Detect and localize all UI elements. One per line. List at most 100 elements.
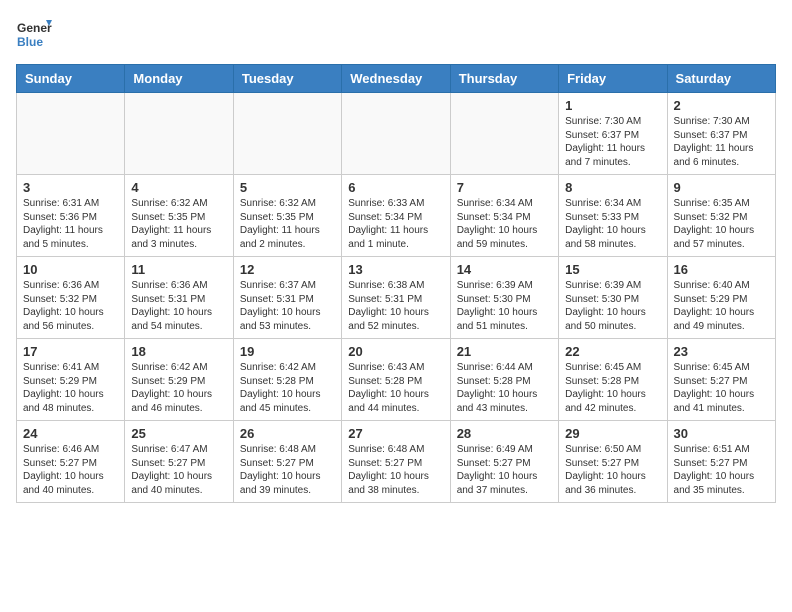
calendar-week-row: 10 Sunrise: 6:36 AM Sunset: 5:32 PM Dayli… (17, 257, 776, 339)
calendar-cell: 8 Sunrise: 6:34 AM Sunset: 5:33 PM Daylig… (559, 175, 667, 257)
calendar-cell: 29 Sunrise: 6:50 AM Sunset: 5:27 PM Dayli… (559, 421, 667, 503)
day-number: 26 (240, 426, 335, 441)
day-number: 11 (131, 262, 226, 277)
day-info: Sunrise: 6:40 AM Sunset: 5:29 PM Dayligh… (674, 279, 769, 333)
day-info: Sunrise: 6:47 AM Sunset: 5:27 PM Dayligh… (131, 443, 226, 497)
day-info: Sunrise: 6:37 AM Sunset: 5:31 PM Dayligh… (240, 279, 335, 333)
day-number: 3 (23, 180, 118, 195)
day-number: 6 (348, 180, 443, 195)
day-info: Sunrise: 6:32 AM Sunset: 5:35 PM Dayligh… (240, 197, 335, 251)
day-number: 7 (457, 180, 552, 195)
calendar-cell: 5 Sunrise: 6:32 AM Sunset: 5:35 PM Daylig… (233, 175, 341, 257)
calendar-cell (125, 93, 233, 175)
calendar-week-row: 17 Sunrise: 6:41 AM Sunset: 5:29 PM Dayli… (17, 339, 776, 421)
calendar-cell: 19 Sunrise: 6:42 AM Sunset: 5:28 PM Dayli… (233, 339, 341, 421)
day-number: 19 (240, 344, 335, 359)
day-number: 5 (240, 180, 335, 195)
calendar-week-row: 24Sunrise: 6:46 AM Sunset: 5:27 PM Dayli… (17, 421, 776, 503)
calendar-cell: 27 Sunrise: 6:48 AM Sunset: 5:27 PM Dayli… (342, 421, 450, 503)
day-info: Sunrise: 7:30 AM Sunset: 6:37 PM Dayligh… (565, 115, 660, 169)
calendar-cell: 21 Sunrise: 6:44 AM Sunset: 5:28 PM Dayli… (450, 339, 558, 421)
day-number: 18 (131, 344, 226, 359)
day-info: Sunrise: 6:50 AM Sunset: 5:27 PM Dayligh… (565, 443, 660, 497)
day-info: Sunrise: 6:49 AM Sunset: 5:27 PM Dayligh… (457, 443, 552, 497)
calendar-cell: 23Sunrise: 6:45 AM Sunset: 5:27 PM Dayli… (667, 339, 775, 421)
calendar-cell: 3 Sunrise: 6:31 AM Sunset: 5:36 PM Daylig… (17, 175, 125, 257)
calendar-cell: 7 Sunrise: 6:34 AM Sunset: 5:34 PM Daylig… (450, 175, 558, 257)
calendar-cell: 14Sunrise: 6:39 AM Sunset: 5:30 PM Dayli… (450, 257, 558, 339)
day-info: Sunrise: 6:46 AM Sunset: 5:27 PM Dayligh… (23, 443, 118, 497)
day-info: Sunrise: 6:48 AM Sunset: 5:27 PM Dayligh… (240, 443, 335, 497)
calendar-day-header: Sunday (17, 65, 125, 93)
calendar-cell (233, 93, 341, 175)
day-number: 21 (457, 344, 552, 359)
logo: General Blue (16, 16, 52, 52)
day-number: 1 (565, 98, 660, 113)
calendar-cell: 17 Sunrise: 6:41 AM Sunset: 5:29 PM Dayli… (17, 339, 125, 421)
day-info: Sunrise: 6:31 AM Sunset: 5:36 PM Dayligh… (23, 197, 118, 251)
day-info: Sunrise: 6:45 AM Sunset: 5:27 PM Dayligh… (674, 361, 769, 415)
day-number: 13 (348, 262, 443, 277)
day-info: Sunrise: 6:32 AM Sunset: 5:35 PM Dayligh… (131, 197, 226, 251)
day-number: 28 (457, 426, 552, 441)
calendar-cell: 16 Sunrise: 6:40 AM Sunset: 5:29 PM Dayli… (667, 257, 775, 339)
calendar-cell: 9Sunrise: 6:35 AM Sunset: 5:32 PM Daylig… (667, 175, 775, 257)
day-number: 2 (674, 98, 769, 113)
day-info: Sunrise: 6:42 AM Sunset: 5:29 PM Dayligh… (131, 361, 226, 415)
day-info: Sunrise: 6:36 AM Sunset: 5:32 PM Dayligh… (23, 279, 118, 333)
svg-text:General: General (17, 21, 52, 35)
day-info: Sunrise: 6:36 AM Sunset: 5:31 PM Dayligh… (131, 279, 226, 333)
day-info: Sunrise: 6:51 AM Sunset: 5:27 PM Dayligh… (674, 443, 769, 497)
calendar-cell: 15 Sunrise: 6:39 AM Sunset: 5:30 PM Dayli… (559, 257, 667, 339)
day-number: 29 (565, 426, 660, 441)
calendar-cell: 20 Sunrise: 6:43 AM Sunset: 5:28 PM Dayli… (342, 339, 450, 421)
calendar-cell: 1 Sunrise: 7:30 AM Sunset: 6:37 PM Daylig… (559, 93, 667, 175)
day-info: Sunrise: 6:34 AM Sunset: 5:34 PM Dayligh… (457, 197, 552, 251)
calendar-cell: 25 Sunrise: 6:47 AM Sunset: 5:27 PM Dayli… (125, 421, 233, 503)
day-info: Sunrise: 6:39 AM Sunset: 5:30 PM Dayligh… (565, 279, 660, 333)
day-number: 4 (131, 180, 226, 195)
calendar-body: 1 Sunrise: 7:30 AM Sunset: 6:37 PM Daylig… (17, 93, 776, 503)
calendar-table: SundayMondayTuesdayWednesdayThursdayFrid… (16, 64, 776, 503)
day-info: Sunrise: 6:44 AM Sunset: 5:28 PM Dayligh… (457, 361, 552, 415)
logo: General Blue (16, 16, 52, 52)
calendar-day-header: Wednesday (342, 65, 450, 93)
calendar-day-header: Saturday (667, 65, 775, 93)
day-number: 8 (565, 180, 660, 195)
day-number: 22 (565, 344, 660, 359)
calendar-cell (450, 93, 558, 175)
day-info: Sunrise: 6:34 AM Sunset: 5:33 PM Dayligh… (565, 197, 660, 251)
day-info: Sunrise: 6:48 AM Sunset: 5:27 PM Dayligh… (348, 443, 443, 497)
day-number: 12 (240, 262, 335, 277)
calendar-week-row: 1 Sunrise: 7:30 AM Sunset: 6:37 PM Daylig… (17, 93, 776, 175)
calendar-day-header: Friday (559, 65, 667, 93)
calendar-cell: 10 Sunrise: 6:36 AM Sunset: 5:32 PM Dayli… (17, 257, 125, 339)
day-number: 20 (348, 344, 443, 359)
day-number: 27 (348, 426, 443, 441)
calendar-week-row: 3 Sunrise: 6:31 AM Sunset: 5:36 PM Daylig… (17, 175, 776, 257)
calendar-cell: 6 Sunrise: 6:33 AM Sunset: 5:34 PM Daylig… (342, 175, 450, 257)
calendar-cell: 28 Sunrise: 6:49 AM Sunset: 5:27 PM Dayli… (450, 421, 558, 503)
day-info: Sunrise: 6:43 AM Sunset: 5:28 PM Dayligh… (348, 361, 443, 415)
calendar-day-header: Tuesday (233, 65, 341, 93)
day-info: Sunrise: 6:42 AM Sunset: 5:28 PM Dayligh… (240, 361, 335, 415)
day-number: 16 (674, 262, 769, 277)
calendar-cell (342, 93, 450, 175)
day-info: Sunrise: 6:45 AM Sunset: 5:28 PM Dayligh… (565, 361, 660, 415)
calendar-cell: 12 Sunrise: 6:37 AM Sunset: 5:31 PM Dayli… (233, 257, 341, 339)
calendar-cell: 18 Sunrise: 6:42 AM Sunset: 5:29 PM Dayli… (125, 339, 233, 421)
day-number: 17 (23, 344, 118, 359)
calendar-cell (17, 93, 125, 175)
logo-icon: General Blue (16, 16, 52, 52)
day-info: Sunrise: 6:41 AM Sunset: 5:29 PM Dayligh… (23, 361, 118, 415)
day-number: 14 (457, 262, 552, 277)
calendar-cell: 22 Sunrise: 6:45 AM Sunset: 5:28 PM Dayli… (559, 339, 667, 421)
calendar-header-row: SundayMondayTuesdayWednesdayThursdayFrid… (17, 65, 776, 93)
svg-text:Blue: Blue (17, 35, 43, 49)
day-info: Sunrise: 7:30 AM Sunset: 6:37 PM Dayligh… (674, 115, 769, 169)
day-info: Sunrise: 6:33 AM Sunset: 5:34 PM Dayligh… (348, 197, 443, 251)
day-number: 15 (565, 262, 660, 277)
day-number: 10 (23, 262, 118, 277)
day-number: 25 (131, 426, 226, 441)
calendar-cell: 4 Sunrise: 6:32 AM Sunset: 5:35 PM Daylig… (125, 175, 233, 257)
